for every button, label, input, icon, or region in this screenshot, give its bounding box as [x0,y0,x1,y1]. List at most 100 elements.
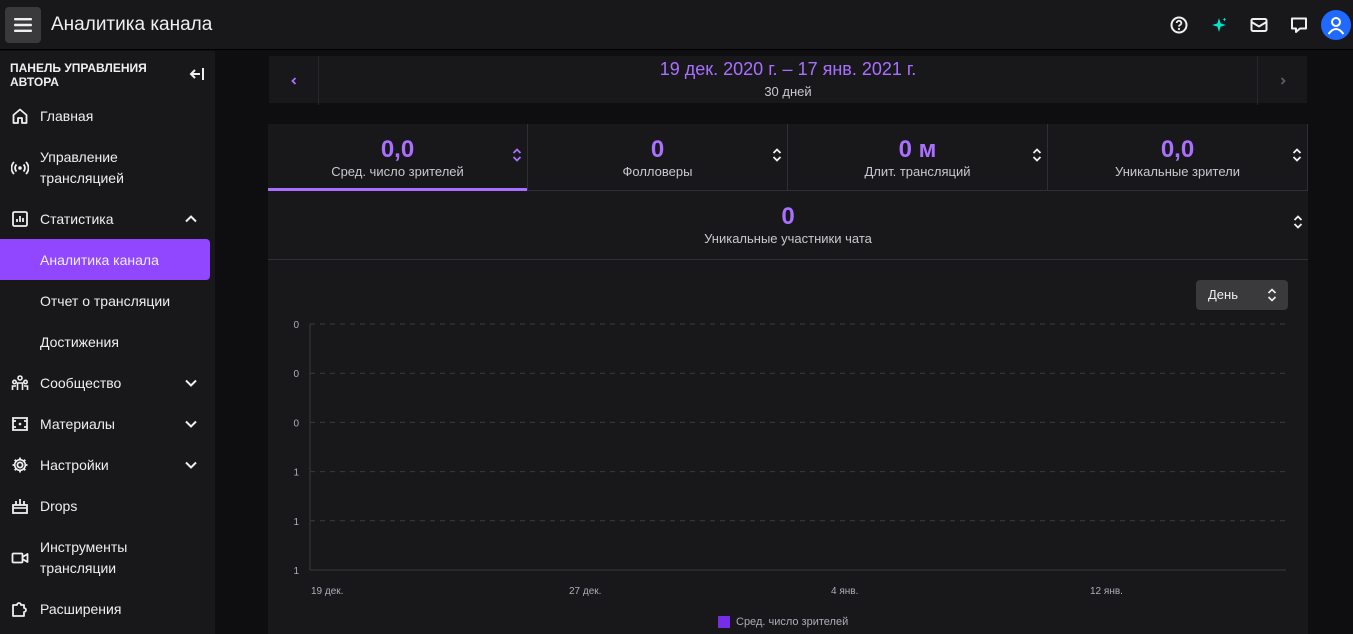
chevron-left-icon [290,76,296,85]
community-icon [10,373,30,393]
page-title: Аналитика канала [51,13,213,35]
settings-icon [10,455,30,475]
whispers-icon [1291,17,1307,33]
sidebar-item-broadcast-tools[interactable]: Инструменты трансляции [0,537,215,579]
sort-icon[interactable] [1031,146,1043,164]
chevron-right-icon [1280,76,1286,85]
menu-button[interactable] [5,6,41,43]
sort-icon[interactable] [1291,146,1303,164]
sidebar-item-label: Аналитика канала [40,251,159,268]
metric-label: Фолловеры [622,164,693,179]
whispers-button[interactable] [1279,5,1319,45]
legend-label[interactable]: Сред. число зрителей [736,616,848,628]
period-select-value: День [1208,287,1238,302]
help-icon [1170,16,1188,34]
user-avatar[interactable] [1321,10,1351,40]
sidebar-item-content[interactable]: Материалы [0,414,215,434]
sidebar: Панель управления автора Главная Управле… [0,51,215,634]
metric-stream-duration[interactable]: 0 м Длит. трансляций [788,124,1048,191]
chevron-down-icon [185,379,197,387]
sort-icon[interactable] [771,146,783,164]
menu-icon [14,17,32,32]
chart-legend: Сред. число зрителей [718,616,848,628]
select-arrows-icon [1267,288,1277,302]
sidebar-item-label: Управление трансляцией [40,149,124,186]
metric-value: 0 м [898,136,937,163]
line-chart: 1 1 1 0 0 0 19 дек. 27 дек. 4 янв. 12 янв. [293,320,1286,597]
date-range-picker: 19 дек. 2020 г. – 17 янв. 2021 г. 30 дне… [268,55,1308,105]
sidebar-item-label: Материалы [40,415,115,432]
chevron-down-icon [185,461,197,469]
metric-avg-viewers[interactable]: 0,0 Сред. число зрителей [268,124,528,191]
y-tick-label: 0 [293,369,299,380]
top-bar: Аналитика канала [0,0,1353,50]
sidebar-item-drops[interactable]: Drops [0,496,215,516]
metric-value: 0,0 [1160,136,1195,163]
help-button[interactable] [1159,5,1199,45]
sidebar-item-label: Drops [40,497,78,514]
date-range-label[interactable]: 19 дек. 2020 г. – 17 янв. 2021 г. [319,59,1257,80]
sidebar-item-statistics[interactable]: Статистика [0,209,215,229]
home-icon [10,106,30,126]
user-avatar-icon [1327,17,1345,35]
date-range-duration: 30 дней [764,84,812,99]
sidebar-item-label: Сообщество [40,374,122,391]
stats-card: 0,0 Сред. число зрителей 0 Фолловеры 0 м… [268,124,1308,634]
metric-value: 0 [650,136,665,163]
sidebar-item-label: Расширения [40,600,122,617]
content-icon [10,414,30,434]
inbox-button[interactable] [1239,5,1279,45]
collapse-sidebar-icon[interactable] [189,65,207,83]
x-tick-label: 12 янв. [1090,586,1123,597]
metric-unique-viewers[interactable]: 0,0 Уникальные зрители [1048,124,1308,191]
sidebar-item-stream-manager[interactable]: Управление трансляцией [0,147,215,189]
legend-swatch [718,616,730,628]
right-rail [1308,51,1353,634]
metric-unique-chatters[interactable]: 0 Уникальные участники чата [268,191,1308,260]
sidebar-title: Панель управления автора [10,61,147,89]
x-tick-label: 19 дек. [311,586,343,597]
metric-label: Сред. число зрителей [331,164,464,179]
sidebar-item-settings[interactable]: Настройки [0,455,215,475]
sidebar-item-extensions[interactable]: Расширения [0,599,215,619]
sidebar-item-stream-summary[interactable]: Отчет о трансляции [0,291,215,311]
y-tick-label: 1 [293,517,299,528]
chevron-up-icon [185,215,197,223]
period-select[interactable]: День [1196,280,1288,310]
sidebar-item-label: Отчет о трансляции [40,292,171,309]
next-period-button[interactable] [1257,56,1307,105]
sparkle-button[interactable] [1199,5,1239,45]
sparkle-icon [1212,17,1227,32]
metric-label: Длит. трансляций [864,164,971,179]
metric-label: Уникальные участники чата [704,231,872,246]
broadcast-icon [10,158,30,178]
sidebar-item-home[interactable]: Главная [0,106,215,126]
y-tick-label: 0 [293,320,299,331]
sidebar-item-label: Достижения [40,333,119,350]
sidebar-item-achievements[interactable]: Достижения [0,332,215,352]
y-tick-label: 1 [293,468,299,479]
sidebar-item-label: Главная [40,107,94,124]
chevron-down-icon [185,420,197,428]
metric-value: 0 [781,203,795,230]
y-tick-label: 0 [293,418,299,429]
stats-icon [10,209,30,229]
metric-label: Уникальные зрители [1115,164,1240,179]
metric-value: 0,0 [380,136,415,163]
sort-icon[interactable] [1292,213,1304,231]
sidebar-header: Панель управления автора [0,51,215,95]
previous-period-button[interactable] [269,56,319,105]
camera-icon [10,548,30,568]
x-tick-label: 27 дек. [569,586,601,597]
sidebar-item-label: Статистика [40,210,114,227]
drops-icon [10,496,30,516]
metric-followers[interactable]: 0 Фолловеры [528,124,788,191]
puzzle-icon [10,599,30,619]
sidebar-item-community[interactable]: Сообщество [0,373,215,393]
inbox-icon [1250,18,1268,32]
sidebar-item-channel-analytics[interactable]: Аналитика канала [0,250,215,270]
sidebar-item-label: Инструменты трансляции [40,539,128,576]
y-tick-label: 1 [293,566,299,577]
sidebar-item-label: Настройки [40,456,109,473]
sort-icon[interactable] [511,146,523,164]
